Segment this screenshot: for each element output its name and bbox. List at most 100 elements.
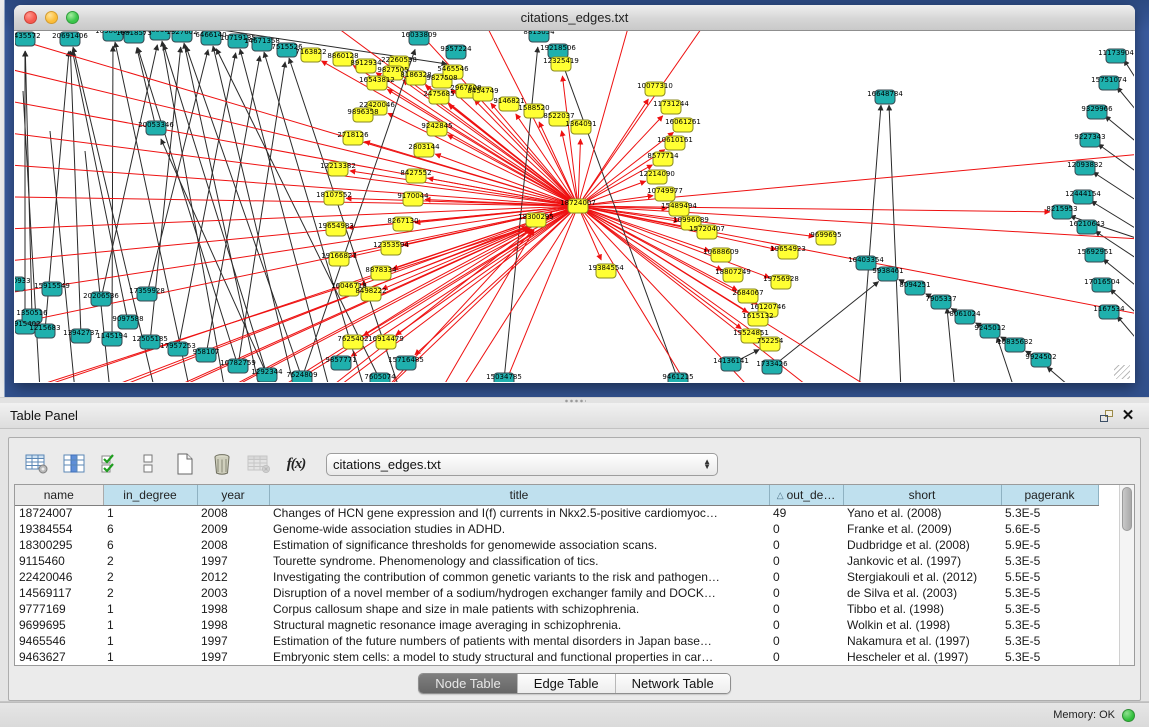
new-column-icon[interactable] xyxy=(170,449,200,479)
table-cell[interactable]: 19384554 xyxy=(15,521,103,537)
graph-edge[interactable] xyxy=(578,139,581,206)
citation-network-graph[interactable]: 9435572206914061098059616818573106532671… xyxy=(15,31,1134,382)
table-cell[interactable]: 2 xyxy=(103,585,197,601)
table-cell[interactable]: 2008 xyxy=(197,505,269,521)
table-cell[interactable]: de Silva et al. (2003) xyxy=(843,585,1001,601)
table-cell[interactable]: 5.3E-5 xyxy=(1001,649,1098,665)
graph-edge[interactable] xyxy=(137,48,156,128)
table-row[interactable]: 977716911998Corpus callosum shape and si… xyxy=(15,601,1098,617)
table-cell[interactable]: Estimation of the future numbers of pati… xyxy=(269,633,769,649)
table-selector-dropdown[interactable]: citations_edges.txt ▲▼ xyxy=(326,453,718,476)
graph-edge[interactable] xyxy=(15,31,578,206)
table-cell[interactable]: Franke et al. (2009) xyxy=(843,521,1001,537)
graph-edge[interactable] xyxy=(1105,116,1134,149)
table-cell[interactable]: 0 xyxy=(769,633,843,649)
table-cell[interactable]: Stergiakouli et al. (2012) xyxy=(843,569,1001,585)
network-canvas[interactable]: 9435572206914061098059616818573106532671… xyxy=(15,31,1134,382)
table-row[interactable]: 1830029562008Estimation of significance … xyxy=(15,537,1098,553)
table-cell[interactable]: 5.3E-5 xyxy=(1001,601,1098,617)
table-cell[interactable]: 9465546 xyxy=(15,633,103,649)
table-cell[interactable]: 1 xyxy=(103,601,197,617)
table-row[interactable]: 911546021997Tourette syndrome. Phenomeno… xyxy=(15,553,1098,569)
table-cell[interactable]: Nakamura et al. (1997) xyxy=(843,633,1001,649)
window-titlebar[interactable]: citations_edges.txt xyxy=(14,5,1135,31)
graph-edge[interactable] xyxy=(351,206,578,356)
column-settings-icon[interactable] xyxy=(22,449,52,479)
table-cell[interactable]: Wolkin et al. (1998) xyxy=(843,617,1001,633)
graph-edge[interactable] xyxy=(415,206,578,355)
table-cell[interactable]: 0 xyxy=(769,601,843,617)
table-cell[interactable]: 5.3E-5 xyxy=(1001,585,1098,601)
close-panel-icon[interactable]: ✕ xyxy=(1117,407,1139,425)
table-row[interactable]: 946554611997Estimation of the future num… xyxy=(15,633,1098,649)
table-cell[interactable]: 0 xyxy=(769,569,843,585)
table-cell[interactable]: 2003 xyxy=(197,585,269,601)
graph-edge[interactable] xyxy=(70,51,81,336)
window-resize-grip[interactable] xyxy=(1114,365,1130,379)
tab-edge-table[interactable]: Edge Table xyxy=(518,674,616,693)
function-builder-icon[interactable]: f(x) xyxy=(281,449,311,479)
table-cell[interactable]: Hescheler et al. (1997) xyxy=(843,649,1001,665)
show-columns-icon[interactable] xyxy=(59,449,89,479)
table-cell[interactable]: 1 xyxy=(103,617,197,633)
graph-edge[interactable] xyxy=(859,105,881,382)
table-cell[interactable]: 0 xyxy=(769,553,843,569)
table-cell[interactable]: 6 xyxy=(103,537,197,553)
table-cell[interactable]: Tourette syndrome. Phenomenology and cla… xyxy=(269,553,769,569)
table-cell[interactable]: 0 xyxy=(769,617,843,633)
table-cell[interactable]: 1998 xyxy=(197,601,269,617)
table-cell[interactable]: 0 xyxy=(769,521,843,537)
table-scrollbar[interactable] xyxy=(1119,485,1134,665)
table-cell[interactable]: 9699695 xyxy=(15,617,103,633)
graph-edge[interactable] xyxy=(216,49,380,380)
graph-edge[interactable] xyxy=(15,91,578,206)
float-panel-icon[interactable] xyxy=(1095,407,1117,425)
table-cell[interactable]: Dudbridge et al. (2008) xyxy=(843,537,1001,553)
table-cell[interactable]: Jankovic et al. (1997) xyxy=(843,553,1001,569)
graph-edge[interactable] xyxy=(889,105,901,382)
column-header-year[interactable]: year xyxy=(197,485,269,505)
table-cell[interactable]: 2 xyxy=(103,553,197,569)
graph-edge[interactable] xyxy=(578,206,1050,212)
graph-edge[interactable] xyxy=(1093,172,1134,206)
table-cell[interactable]: 1 xyxy=(103,633,197,649)
table-cell[interactable]: 2009 xyxy=(197,521,269,537)
table-cell[interactable]: 1997 xyxy=(197,553,269,569)
table-cell[interactable]: Investigating the contribution of common… xyxy=(269,569,769,585)
graph-edge[interactable] xyxy=(15,196,578,206)
table-cell[interactable]: 5.5E-5 xyxy=(1001,569,1098,585)
graph-edge[interactable] xyxy=(1117,87,1134,121)
table-cell[interactable]: 5.3E-5 xyxy=(1001,633,1098,649)
table-cell[interactable]: 6 xyxy=(103,521,197,537)
table-cell[interactable]: Disruption of a novel member of a sodium… xyxy=(269,585,769,601)
graph-edge[interactable] xyxy=(178,53,236,349)
graph-edge[interactable] xyxy=(947,308,955,382)
table-row[interactable]: 2242004622012Investigating the contribut… xyxy=(15,569,1098,585)
table-cell[interactable]: 5.3E-5 xyxy=(1001,617,1098,633)
table-cell[interactable]: 49 xyxy=(769,505,843,521)
table-cell[interactable]: 0 xyxy=(769,537,843,553)
table-cell[interactable]: 5.3E-5 xyxy=(1001,505,1098,521)
column-header-pagerank[interactable]: pagerank xyxy=(1001,485,1098,505)
table-cell[interactable]: 1998 xyxy=(197,617,269,633)
table-cell[interactable]: 9777169 xyxy=(15,601,103,617)
select-rows-icon[interactable] xyxy=(96,449,126,479)
table-cell[interactable]: 0 xyxy=(769,585,843,601)
table-cell[interactable]: 9115460 xyxy=(15,553,103,569)
table-row[interactable]: 1872400712008Changes of HCN gene express… xyxy=(15,505,1098,521)
import-table-icon[interactable] xyxy=(244,449,274,479)
table-cell[interactable]: 5.9E-5 xyxy=(1001,537,1098,553)
table-cell[interactable]: 2008 xyxy=(197,537,269,553)
table-row[interactable]: 946362711997Embryonic stem cells: a mode… xyxy=(15,649,1098,665)
table-cell[interactable]: 9463627 xyxy=(15,649,103,665)
graph-edge[interactable] xyxy=(1098,144,1134,178)
graph-edge[interactable] xyxy=(147,50,208,294)
panel-splitter[interactable] xyxy=(0,397,1149,403)
tab-node-table[interactable]: Node Table xyxy=(419,674,518,693)
table-cell[interactable]: 18300295 xyxy=(15,537,103,553)
graph-edge[interactable] xyxy=(161,139,267,375)
table-row[interactable]: 1456911722003Disruption of a novel membe… xyxy=(15,585,1098,601)
table-cell[interactable]: 1 xyxy=(103,649,197,665)
delete-column-icon[interactable] xyxy=(207,449,237,479)
table-row[interactable]: 1938455462009Genome-wide association stu… xyxy=(15,521,1098,537)
